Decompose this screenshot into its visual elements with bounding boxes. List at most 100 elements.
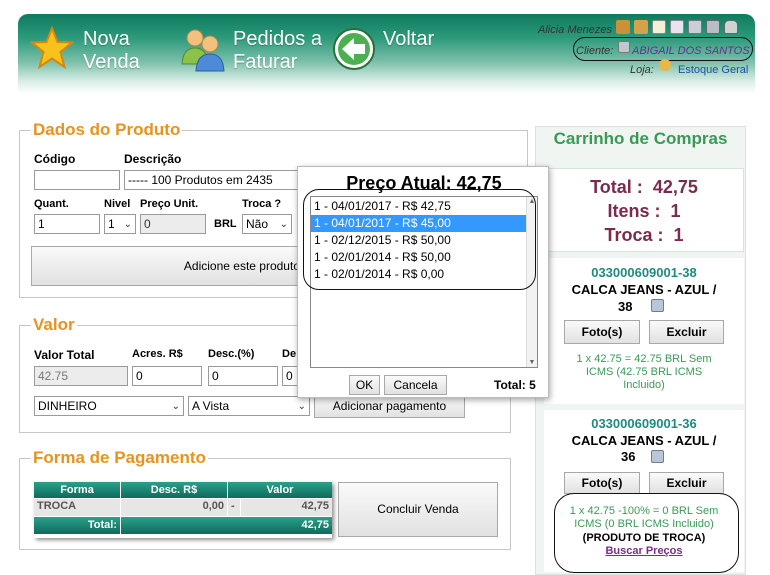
troca-select[interactable]: Não ⌄ (242, 214, 292, 234)
user-name: Alicia Menezes (538, 24, 612, 36)
price-history-popup: Preço Atual: 42,75 ▲ ▼ 1 - 04/01/2017 - … (297, 166, 549, 398)
troca-value: Não (246, 217, 269, 231)
printer-icon[interactable] (706, 20, 720, 34)
item-desc-2: ICMS (42.75 BRL ICMS (585, 366, 703, 378)
chevron-down-icon: ⌄ (279, 219, 288, 230)
store-icon (659, 59, 671, 71)
item-code: 033000609001-36 (591, 416, 697, 431)
back-arrow-icon[interactable] (332, 27, 376, 71)
ok-button[interactable]: OK (349, 375, 380, 395)
desc-pct-input[interactable]: 0 (208, 366, 278, 386)
users-icon[interactable] (178, 24, 228, 74)
cart-troca-label: Troca : (604, 225, 664, 245)
voltar-button[interactable]: Voltar (383, 28, 434, 51)
item-name: CALCA JEANS - AZUL / (571, 282, 717, 297)
add-product-button[interactable]: Adicione este produto (31, 246, 301, 286)
acres-label: Acres. R$ (132, 348, 183, 360)
row-forma: TROCA (34, 499, 120, 516)
item-desc-3: Incluido) (623, 379, 665, 391)
scroll-down-icon[interactable]: ▼ (527, 358, 537, 367)
chevron-down-icon: ⌄ (171, 401, 180, 412)
cliente-annotation (573, 37, 753, 61)
produto-legend: Dados do Produto (31, 120, 183, 140)
nivel-value: 1 (108, 217, 115, 231)
item-name: CALCA JEANS - AZUL / (571, 433, 717, 448)
valor-total-label: Valor Total (34, 348, 95, 362)
price-list-annotation (303, 189, 536, 290)
item-desc-1: 1 x 42.75 = 42.75 BRL Sem (576, 353, 712, 365)
lock-icon[interactable] (724, 20, 738, 34)
popup-total: Total: 5 (494, 378, 536, 392)
add-pagamento-button[interactable]: Adicionar pagamento (314, 396, 465, 418)
row-valor: 42,75 (241, 499, 332, 516)
edit-icon[interactable] (670, 20, 684, 34)
item-size: 38 (618, 299, 633, 314)
cart-total-value: 42,75 (652, 177, 698, 197)
cart-itens-value: 1 (670, 201, 681, 221)
app-header: Nova Venda Pedidos a Faturar Voltar Alic… (18, 14, 755, 94)
codigo-input[interactable] (34, 170, 120, 190)
nova-venda-line1: Nova (83, 28, 130, 50)
box-icon[interactable] (616, 20, 630, 34)
cart-total: Total : 42,75 (544, 175, 744, 199)
item-code: 033000609001-38 (591, 265, 697, 280)
item-size: 36 (621, 449, 636, 464)
descricao-label: Descrição (124, 152, 182, 166)
print-label-icon[interactable] (651, 450, 664, 463)
acres-input[interactable]: 0 (132, 366, 202, 386)
de-input[interactable]: 0 (282, 366, 298, 386)
moeda-label: BRL (214, 218, 237, 230)
descricao-select[interactable]: ----- 100 Produtos em 2435 (124, 170, 304, 190)
pedidos-line1: Pedidos a (233, 28, 322, 50)
cart-itens: Itens : 1 (544, 199, 744, 223)
total-value: 42,75 (121, 517, 332, 534)
pagamento-legend: Forma de Pagamento (31, 448, 208, 468)
nivel-select[interactable]: 1 ⌄ (104, 214, 136, 234)
col-valor: Valor (228, 482, 332, 498)
tipo-value: DINHEIRO (38, 399, 97, 413)
col-desc: Desc. R$ (121, 482, 227, 498)
preco-input: 0 (140, 214, 206, 234)
preco-label: Preço Unit. (140, 198, 199, 210)
row-remove[interactable]: - (228, 499, 240, 516)
document-icon[interactable] (652, 20, 666, 34)
quant-label: Quant. (34, 198, 69, 210)
excluir-button[interactable]: Excluir (649, 472, 724, 494)
prazo-value: A Vista (192, 399, 230, 413)
desc-pct-label: Desc.(%) (208, 348, 255, 360)
pedidos-faturar-button[interactable]: Pedidos a Faturar (233, 28, 322, 74)
pagamento-table: Forma Desc. R$ Valor TROCA 0,00 - 42,75 … (34, 482, 332, 538)
valor-legend: Valor (31, 315, 77, 335)
cart-troca-value: 1 (673, 225, 684, 245)
foto-button[interactable]: Foto(s) (564, 320, 640, 344)
total-label: Total: (87, 519, 117, 531)
calculator-icon[interactable] (688, 20, 702, 34)
troca-annotation (554, 493, 739, 573)
valor-total-input: 42.75 (34, 366, 128, 386)
cart-troca: Troca : 1 (544, 223, 744, 247)
print-label-icon[interactable] (651, 299, 664, 312)
codigo-label: Código (34, 152, 76, 166)
cart-title: Carrinho de Compras (553, 129, 728, 148)
nova-venda-button[interactable]: Nova Venda (83, 28, 140, 74)
de-label: De (282, 348, 297, 360)
pedidos-line2: Faturar (233, 51, 298, 73)
loja-value[interactable]: Estoque Geral (678, 64, 748, 76)
star-icon[interactable] (29, 25, 75, 70)
cart-itens-label: Itens : (607, 201, 661, 221)
nivel-label: Nivel (104, 198, 131, 210)
loja-label: Loja: (630, 64, 654, 76)
foto-button[interactable]: Foto(s) (564, 472, 640, 494)
chevron-down-icon: ⌄ (123, 219, 132, 230)
troca-label: Troca ? (242, 198, 282, 210)
tipo-pagamento-select[interactable]: DINHEIRO ⌄ (34, 396, 184, 416)
cart-total-label: Total : (590, 177, 643, 197)
row-desc: 0,00 (121, 499, 227, 516)
concluir-venda-button[interactable]: Concluir Venda (338, 482, 498, 537)
cancela-button[interactable]: Cancela (384, 375, 447, 395)
toolbar-icons (616, 20, 738, 34)
prazo-select[interactable]: A Vista ⌄ (188, 396, 310, 416)
quant-input[interactable]: 1 (34, 214, 100, 234)
boxes-icon[interactable] (634, 20, 648, 34)
excluir-button[interactable]: Excluir (649, 320, 724, 344)
